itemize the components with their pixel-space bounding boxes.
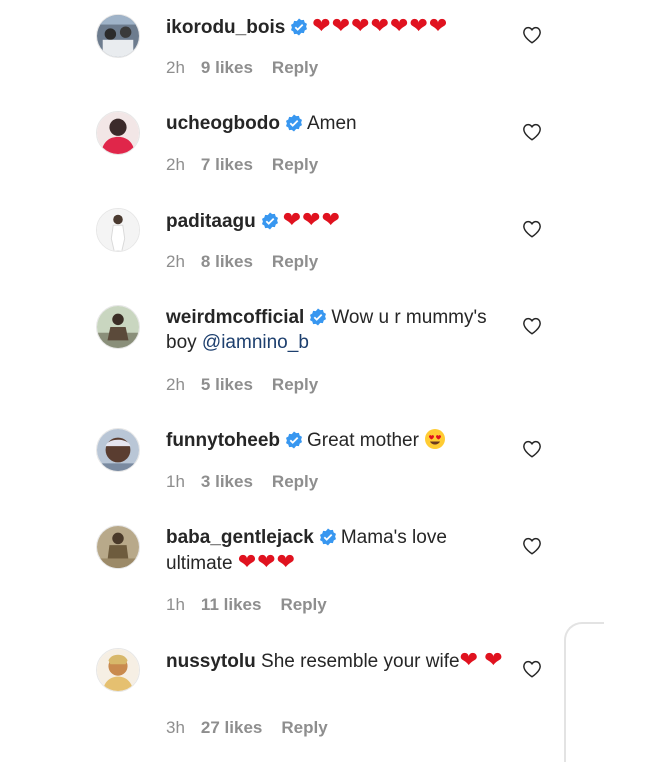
comment-text: ucheogbodo Amen [166,111,506,136]
avatar[interactable] [96,111,140,155]
comment-meta: 1h 11 likes Reply [166,595,327,615]
heart-emoji: ❤❤❤❤❤❤❤ [312,14,449,39]
avatar[interactable] [96,648,140,692]
comment-meta: 2h 7 likes Reply [166,155,318,175]
comment-text: funnytoheeb Great mother [166,428,506,453]
comment-meta: 1h 3 likes Reply [166,472,318,492]
timestamp: 2h [166,252,185,271]
verified-badge-icon [285,431,303,449]
username[interactable]: paditaagu [166,211,256,232]
username[interactable]: ucheogbodo [166,113,280,134]
username[interactable]: nussytolu [166,651,256,672]
timestamp: 2h [166,375,185,394]
avatar[interactable] [96,208,140,252]
timestamp: 2h [166,155,185,174]
comment-body: She resemble your wife [261,651,460,672]
panel-edge [564,622,604,762]
avatar[interactable] [96,525,140,569]
reply-button[interactable]: Reply [280,595,326,615]
username[interactable]: weirdmcofficial [166,307,304,328]
verified-badge-icon [285,114,303,132]
reply-button[interactable]: Reply [272,252,318,272]
like-heart-icon[interactable] [522,123,542,141]
likes-count[interactable]: 11 likes [201,595,262,615]
timestamp: 2h [166,58,185,77]
reply-button[interactable]: Reply [281,718,327,738]
comment-meta: 2h 9 likes Reply [166,58,318,78]
timestamp: 3h [166,718,185,737]
heart-eyes-emoji-icon [424,428,446,450]
username[interactable]: baba_gentlejack [166,527,314,548]
heart-emoji: ❤❤❤ [237,550,297,575]
likes-count[interactable]: 7 likes [201,155,253,175]
likes-count[interactable]: 27 likes [201,718,262,738]
heart-emoji: ❤ [459,648,479,673]
reply-button[interactable]: Reply [272,472,318,492]
comment-text: weirdmcofficial Wow u r mummy's boy @iamn… [166,305,506,355]
heart-emoji: ❤ [484,648,504,673]
comment-body: Great mother [307,430,425,451]
verified-badge-icon [290,18,308,36]
comment-meta: 3h 27 likes Reply [166,718,328,738]
like-heart-icon[interactable] [522,220,542,238]
reply-button[interactable]: Reply [272,375,318,395]
verified-badge-icon [309,308,327,326]
username[interactable]: ikorodu_bois [166,17,285,38]
comment-meta: 2h 8 likes Reply [166,252,318,272]
reply-button[interactable]: Reply [272,58,318,78]
like-heart-icon[interactable] [522,537,542,555]
likes-count[interactable]: 9 likes [201,58,253,78]
likes-count[interactable]: 3 likes [201,472,253,492]
comment-text: baba_gentlejack Mama's love ultimate ❤❤❤ [166,525,506,576]
avatar[interactable] [96,428,140,472]
like-heart-icon[interactable] [522,440,542,458]
timestamp: 1h [166,595,185,614]
comment-text: paditaagu ❤❤❤ [166,208,506,234]
avatar[interactable] [96,305,140,349]
comment-text: ikorodu_bois ❤❤❤❤❤❤❤ [166,14,506,40]
like-heart-icon[interactable] [522,317,542,335]
likes-count[interactable]: 5 likes [201,375,253,395]
comment-text: nussytolu She resemble your wife❤ ❤ [166,648,506,674]
heart-emoji: ❤❤❤ [282,208,342,233]
reply-button[interactable]: Reply [272,155,318,175]
like-heart-icon[interactable] [522,26,542,44]
verified-badge-icon [319,528,337,546]
username[interactable]: funnytoheeb [166,430,280,451]
mention-link[interactable]: @iamnino_b [202,332,309,353]
like-heart-icon[interactable] [522,660,542,678]
comment-body: Amen [306,113,357,134]
avatar[interactable] [96,14,140,58]
likes-count[interactable]: 8 likes [201,252,253,272]
verified-badge-icon [261,212,279,230]
timestamp: 1h [166,472,185,491]
comment-meta: 2h 5 likes Reply [166,375,318,395]
